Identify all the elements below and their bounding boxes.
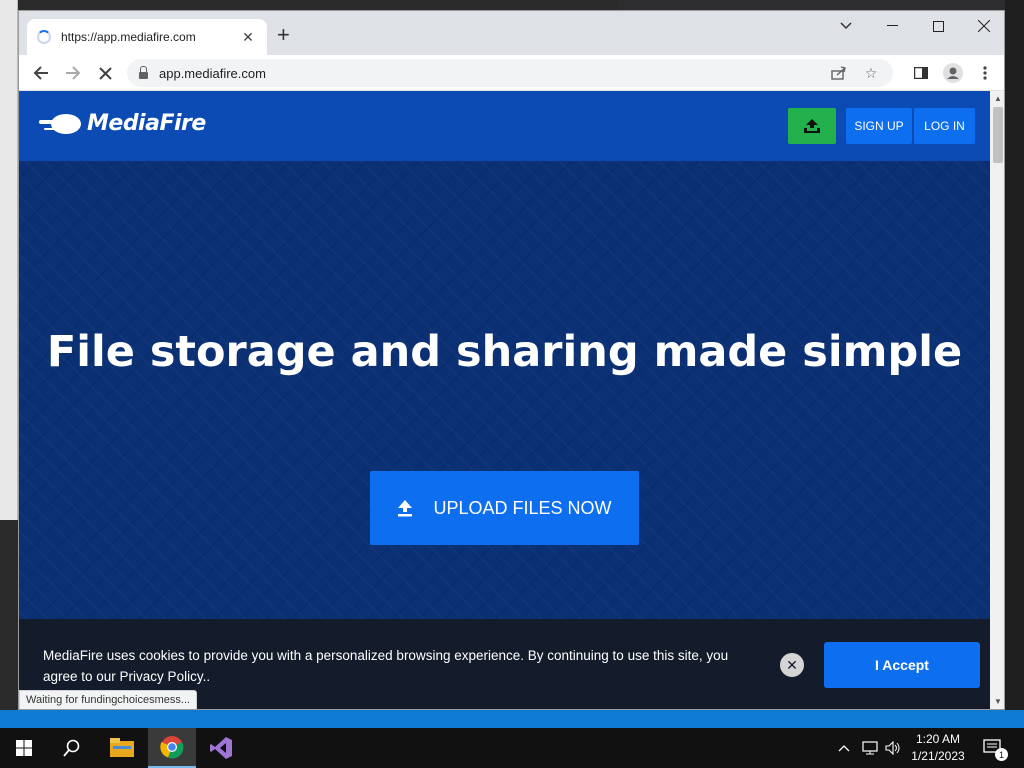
site-header: MediaFire SIGN UP LOG IN <box>19 91 990 161</box>
close-tab-icon[interactable]: ✕ <box>239 29 257 46</box>
address-url: app.mediafire.com <box>159 65 266 81</box>
file-explorer-icon[interactable] <box>98 728 146 768</box>
background-window-strip <box>0 710 1024 728</box>
taskbar-clock[interactable]: 1:20 AM 1/21/2023 <box>904 731 972 765</box>
scroll-up-icon[interactable]: ▲ <box>994 94 1002 103</box>
browser-toolbar: app.mediafire.com ☆ <box>19 55 1004 91</box>
show-hidden-icons-icon[interactable] <box>838 728 850 768</box>
background-window-top <box>618 0 1024 10</box>
browser-window: https://app.mediafire.com ✕ + app.mediaf… <box>18 10 1005 710</box>
notification-count-badge: 1 <box>995 748 1008 761</box>
upload-icon <box>804 119 820 133</box>
accept-cookies-button[interactable]: I Accept <box>824 642 980 688</box>
tab-title: https://app.mediafire.com <box>61 30 196 44</box>
scrollbar-thumb[interactable] <box>993 107 1003 163</box>
cookie-close-icon[interactable]: ✕ <box>780 653 804 677</box>
stop-loading-icon[interactable] <box>93 61 117 85</box>
tab-search-chevron-icon[interactable] <box>823 11 869 41</box>
page-scrollbar[interactable]: ▲ ▼ <box>990 91 1004 709</box>
tab-bar: https://app.mediafire.com ✕ + <box>19 11 1004 55</box>
visual-studio-icon[interactable] <box>197 728 245 768</box>
flame-logo-icon <box>39 112 83 136</box>
side-panel-icon[interactable] <box>909 61 933 85</box>
hero-title: File storage and sharing made simple <box>46 327 963 377</box>
new-tab-icon[interactable]: + <box>277 24 290 46</box>
scroll-down-icon[interactable]: ▼ <box>994 697 1002 706</box>
clock-date: 1/21/2023 <box>911 749 965 763</box>
header-upload-button[interactable] <box>788 108 836 144</box>
chrome-taskbar-icon[interactable] <box>148 728 196 768</box>
page-background-texture <box>19 91 990 709</box>
share-icon[interactable] <box>829 63 849 83</box>
bookmark-star-icon[interactable]: ☆ <box>861 63 881 83</box>
loading-spinner-icon <box>37 30 51 44</box>
upload-files-now-button[interactable]: UPLOAD FILES NOW <box>370 471 639 545</box>
logo-text: MediaFire <box>87 111 206 136</box>
menu-kebab-icon[interactable] <box>973 61 997 85</box>
close-window-icon[interactable] <box>961 11 1004 41</box>
mediafire-page: MediaFire SIGN UP LOG IN File storage an… <box>19 91 990 709</box>
background-window-right <box>1005 0 1024 728</box>
address-bar[interactable]: app.mediafire.com ☆ <box>127 59 893 87</box>
notification-center-icon[interactable]: 1 <box>983 728 1008 768</box>
status-bubble: Waiting for fundingchoicesmess... <box>19 690 198 709</box>
upload-files-now-label: UPLOAD FILES NOW <box>433 497 612 518</box>
back-arrow-icon[interactable] <box>29 61 53 85</box>
cookie-banner-text: MediaFire uses cookies to provide you wi… <box>43 648 729 684</box>
lock-icon <box>139 65 148 79</box>
volume-icon[interactable] <box>885 728 901 768</box>
mediafire-logo[interactable]: MediaFire <box>39 111 206 136</box>
sign-up-button[interactable]: SIGN UP <box>846 108 912 144</box>
search-icon[interactable] <box>48 728 96 768</box>
windows-taskbar: 1:20 AM 1/21/2023 1 <box>0 728 1024 768</box>
profile-avatar-icon[interactable] <box>941 61 965 85</box>
upload-arrow-icon <box>398 500 413 517</box>
background-window-left <box>0 0 18 520</box>
minimize-icon[interactable] <box>869 11 915 41</box>
log-in-button[interactable]: LOG IN <box>914 108 975 144</box>
windows-start-icon[interactable] <box>0 728 48 768</box>
maximize-icon[interactable] <box>915 11 961 41</box>
clock-time: 1:20 AM <box>915 732 961 746</box>
browser-tab[interactable]: https://app.mediafire.com ✕ <box>27 19 267 55</box>
forward-arrow-icon[interactable] <box>61 61 85 85</box>
network-icon[interactable] <box>862 728 880 768</box>
